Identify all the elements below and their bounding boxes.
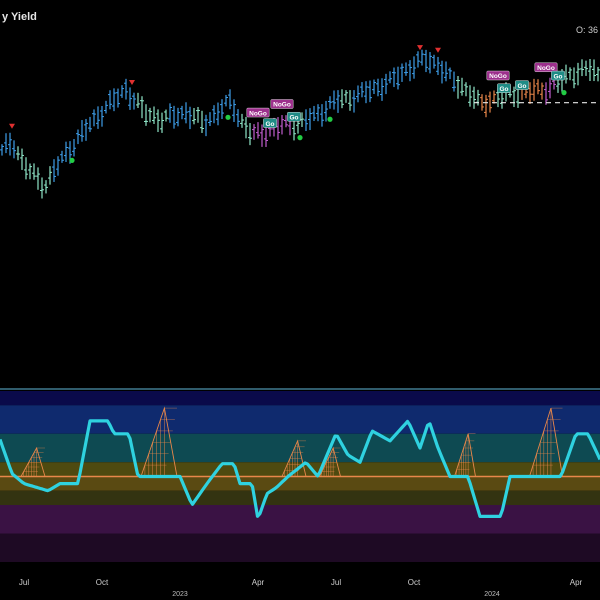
x-axis-month-label: Apr xyxy=(252,578,265,587)
oscillator-panel[interactable] xyxy=(0,391,600,562)
oscillator-band xyxy=(0,490,600,505)
x-axis-month-label: Jul xyxy=(331,578,341,587)
svg-text:Go: Go xyxy=(553,73,562,80)
chart-canvas: y Yield O: 36 NoGoNoGoGoGoNoGoGo GoNoGoGo… xyxy=(0,0,600,600)
oscillator-band xyxy=(0,505,600,534)
x-axis-month-label: Oct xyxy=(408,578,421,587)
go-label: Go xyxy=(551,70,565,80)
x-axis-month-label: Oct xyxy=(96,578,109,587)
go-label: Go xyxy=(263,118,277,128)
nogo-label: NoGo xyxy=(246,107,270,118)
svg-text:NoGo: NoGo xyxy=(489,73,507,80)
x-axis-month-label: Jul xyxy=(19,578,29,587)
go-label: Go xyxy=(515,80,529,90)
svg-text:Go: Go xyxy=(265,121,274,128)
svg-text:NoGo: NoGo xyxy=(249,110,267,117)
chart-title: y Yield xyxy=(2,11,37,23)
signal-dot-icon xyxy=(69,157,75,163)
nogo-label: NoGo xyxy=(534,62,558,72)
signal-dot-icon xyxy=(561,90,567,96)
nogo-label: NoGo xyxy=(486,70,510,81)
price-readout: O: 36 xyxy=(576,25,598,35)
svg-text:Go: Go xyxy=(517,83,526,90)
signal-dot-icon xyxy=(225,114,231,120)
svg-text:Go: Go xyxy=(289,114,298,121)
oscillator-band xyxy=(0,433,600,463)
oscillator-band xyxy=(0,391,600,406)
signal-dot-icon xyxy=(327,116,333,122)
svg-text:Go: Go xyxy=(499,86,508,93)
x-axis-year-label: 2023 xyxy=(172,591,188,598)
x-axis-month-label: Apr xyxy=(570,578,583,587)
nogo-label: NoGo xyxy=(270,99,294,109)
go-label: Go xyxy=(497,83,511,93)
x-axis-year-label: 2024 xyxy=(484,591,500,598)
signal-dot-icon xyxy=(297,135,303,141)
oscillator-band xyxy=(0,533,600,562)
go-label: Go xyxy=(287,112,301,121)
svg-text:NoGo: NoGo xyxy=(273,102,291,109)
